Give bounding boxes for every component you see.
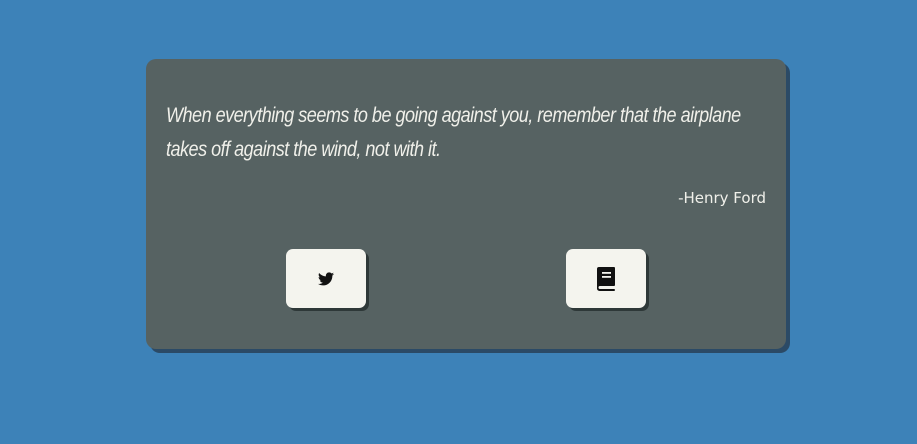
new-quote-button[interactable] — [566, 249, 646, 308]
quote-author: -Henry Ford — [678, 189, 766, 207]
quote-text: When everything seems to be going agains… — [166, 104, 741, 161]
tweet-button[interactable] — [286, 249, 366, 308]
twitter-icon — [318, 271, 334, 286]
quote-card: When everything seems to be going agains… — [146, 59, 786, 349]
book-icon — [596, 266, 616, 291]
